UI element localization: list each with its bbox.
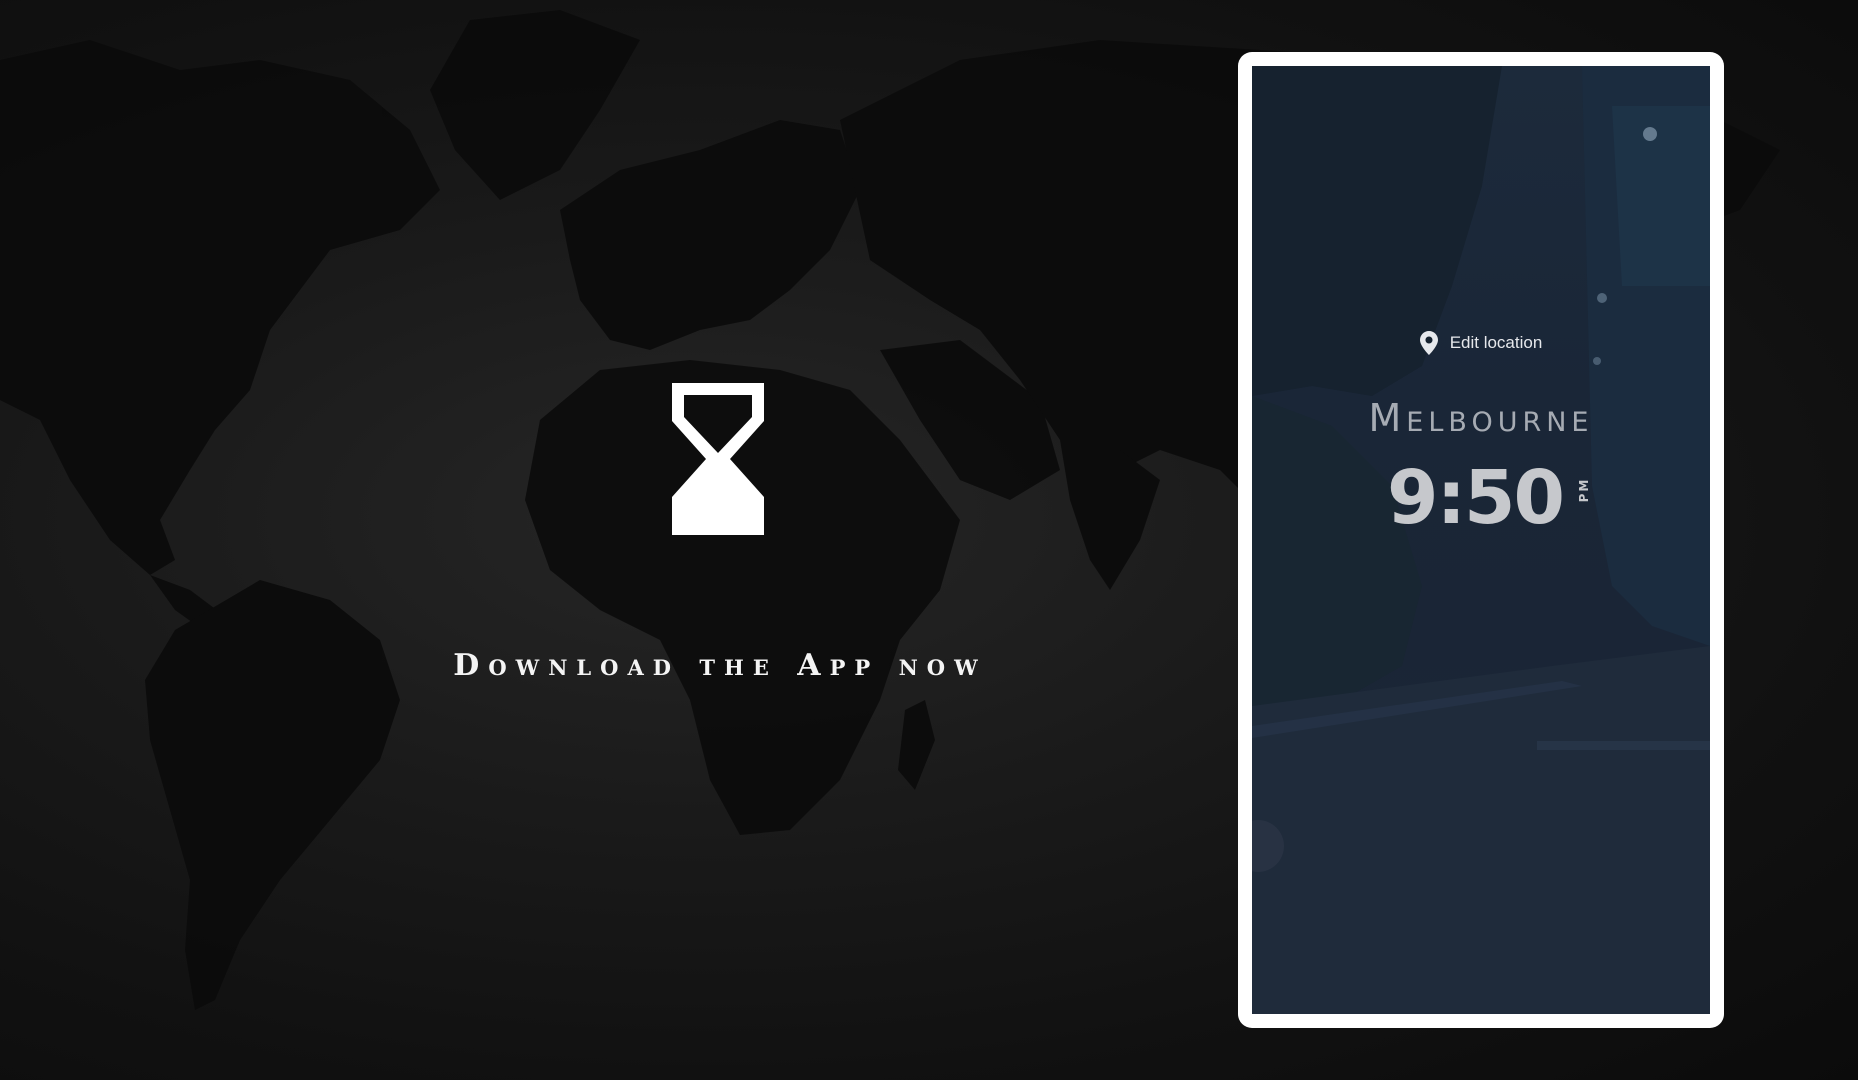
map-pin-icon bbox=[1419, 331, 1438, 355]
edit-location-label: Edit location bbox=[1449, 333, 1543, 352]
city-name: Melbourne bbox=[1368, 396, 1594, 440]
clock-ampm: PM bbox=[1577, 477, 1592, 503]
edit-location-button[interactable]: Edit location bbox=[1252, 331, 1710, 355]
map-madagascar bbox=[898, 700, 935, 790]
map-greenland bbox=[430, 10, 640, 200]
map-south-america bbox=[145, 580, 400, 1010]
clock: 9:50 PM bbox=[1252, 461, 1710, 535]
phone-mockup: Edit location Melbourne 9:50 PM bbox=[1238, 52, 1724, 1028]
landing-page: Download the App now Edit location Melbo… bbox=[0, 0, 1858, 1080]
hourglass-icon bbox=[672, 383, 764, 535]
clock-time: 9:50 bbox=[1386, 455, 1565, 541]
download-app-cta[interactable]: Download the App now bbox=[330, 648, 1110, 683]
map-north-america bbox=[0, 40, 440, 575]
map-india bbox=[1060, 440, 1160, 590]
phone-screen: Edit location Melbourne 9:50 PM bbox=[1252, 66, 1710, 1014]
